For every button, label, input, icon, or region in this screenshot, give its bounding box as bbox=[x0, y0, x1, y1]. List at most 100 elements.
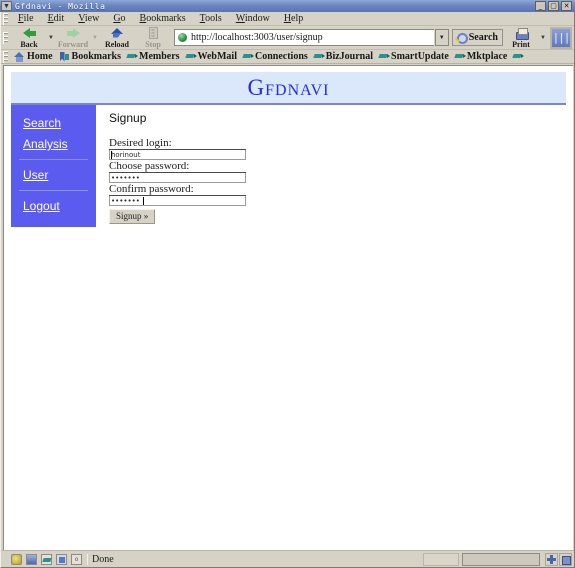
desired-login-input[interactable]: horinout bbox=[109, 150, 246, 160]
browser-window: ▼ Gfdnavi - Mozilla _ ▢ ✕ File Edit View… bbox=[0, 0, 575, 568]
forward-button[interactable]: Forward bbox=[55, 26, 91, 49]
sidebar-separator bbox=[19, 159, 88, 160]
security-icon[interactable]: o bbox=[71, 554, 82, 565]
stop-button[interactable]: Stop bbox=[135, 26, 171, 49]
bookmark-connections-label: Connections bbox=[255, 51, 308, 62]
page-viewport: Gfdnavi Search Analysis User Logout Sign… bbox=[3, 65, 573, 550]
side-navigation: Search Analysis User Logout bbox=[11, 105, 96, 227]
bookmark-webmail-label: WebMail bbox=[198, 51, 237, 62]
confirm-password-input[interactable]: ••••••• bbox=[109, 196, 246, 206]
pen-icon bbox=[127, 52, 137, 61]
choose-password-input[interactable]: ••••••• bbox=[109, 173, 246, 183]
web-page: Gfdnavi Search Analysis User Logout Sign… bbox=[4, 66, 573, 550]
pen-icon bbox=[379, 52, 389, 61]
menu-edit[interactable]: Edit bbox=[41, 12, 72, 25]
connection-icon[interactable] bbox=[545, 553, 558, 566]
sidebar-separator bbox=[19, 190, 88, 191]
back-button[interactable]: Back bbox=[11, 26, 47, 49]
menu-view[interactable]: View bbox=[71, 12, 106, 25]
bookmark-connections[interactable]: Connections bbox=[240, 51, 311, 62]
pen-icon bbox=[455, 52, 465, 61]
status-icons: o bbox=[3, 554, 87, 565]
address-bar[interactable]: http://localhost:3003/user/signup bbox=[174, 29, 434, 46]
search-button[interactable]: Search bbox=[452, 29, 503, 46]
menu-go[interactable]: Go bbox=[106, 12, 132, 25]
image-icon[interactable] bbox=[56, 554, 67, 565]
maximize-button[interactable]: ▢ bbox=[548, 1, 559, 11]
progress-bar bbox=[462, 553, 540, 566]
desired-login-label: Desired login: bbox=[109, 137, 246, 150]
bookmark-webmail[interactable]: WebMail bbox=[183, 51, 240, 62]
arrow-left-icon bbox=[22, 27, 37, 40]
url-input[interactable]: http://localhost:3003/user/signup bbox=[191, 32, 323, 43]
pen-icon bbox=[243, 52, 253, 61]
signup-button[interactable]: Signup » bbox=[109, 209, 155, 224]
status-text: Done bbox=[87, 554, 423, 565]
confirm-password-label: Confirm password: bbox=[109, 183, 246, 196]
menu-window[interactable]: Window bbox=[229, 12, 277, 25]
window-title: Gfdnavi - Mozilla bbox=[15, 2, 535, 11]
bookmarkbar-grip[interactable] bbox=[3, 51, 8, 63]
back-history-dropdown-icon[interactable]: ▼ bbox=[47, 26, 55, 49]
forward-button-label: Forward bbox=[58, 41, 88, 49]
window-controls: _ ▢ ✕ bbox=[535, 1, 574, 11]
pen-icon bbox=[314, 52, 324, 61]
globe-icon bbox=[177, 32, 188, 43]
printer-icon bbox=[514, 27, 529, 40]
stop-button-label: Stop bbox=[145, 41, 161, 49]
bookmark-bizjournal[interactable]: BizJournal bbox=[311, 51, 376, 62]
bookmark-bizjournal-label: BizJournal bbox=[326, 51, 373, 62]
bookmarks-toolbar: Home Bookmarks Members WebMail Connectio… bbox=[1, 50, 574, 64]
signup-form: Desired login: horinout Choose password:… bbox=[109, 137, 566, 224]
print-button[interactable]: Print bbox=[503, 26, 539, 49]
menu-bookmarks[interactable]: Bookmarks bbox=[133, 12, 193, 25]
pen-icon bbox=[186, 52, 196, 61]
menubar-grip[interactable] bbox=[3, 13, 8, 25]
bookmark-members[interactable]: Members bbox=[124, 51, 183, 62]
sidebar-item-search[interactable]: Search bbox=[11, 113, 96, 134]
print-dropdown-icon[interactable]: ▼ bbox=[539, 26, 547, 49]
pen-icon bbox=[513, 52, 523, 61]
bookmark-mktplace[interactable]: Mktplace bbox=[452, 51, 511, 62]
edit-icon[interactable] bbox=[41, 554, 52, 565]
status-spacer bbox=[423, 553, 459, 566]
bookmark-bookmarks[interactable]: Bookmarks bbox=[56, 51, 124, 62]
url-dropdown-icon[interactable]: ▼ bbox=[435, 29, 449, 46]
bookmark-home[interactable]: Home bbox=[11, 51, 56, 62]
close-button[interactable]: ✕ bbox=[561, 1, 572, 11]
forward-history-dropdown-icon[interactable]: ▼ bbox=[91, 26, 99, 49]
bookmark-extra[interactable] bbox=[510, 52, 528, 61]
popup-icon[interactable] bbox=[26, 554, 37, 565]
status-bar: o Done bbox=[1, 550, 574, 567]
home-icon bbox=[14, 52, 25, 62]
search-button-label: Search bbox=[469, 32, 498, 43]
secure-icon[interactable] bbox=[559, 553, 572, 566]
page-body: Search Analysis User Logout Signup Desir… bbox=[11, 105, 566, 227]
sidebar-item-logout[interactable]: Logout bbox=[11, 196, 96, 217]
menu-bar: File Edit View Go Bookmarks Tools Window… bbox=[1, 12, 574, 26]
sidebar-item-user[interactable]: User bbox=[11, 165, 96, 186]
reload-icon bbox=[110, 27, 125, 40]
reload-button-label: Reload bbox=[105, 41, 129, 49]
print-button-label: Print bbox=[512, 41, 530, 49]
back-button-label: Back bbox=[20, 41, 37, 49]
bookmark-smartupdate-label: SmartUpdate bbox=[391, 51, 449, 62]
arrow-right-icon bbox=[66, 27, 81, 40]
sidebar-item-analysis[interactable]: Analysis bbox=[11, 134, 96, 155]
navbar-grip[interactable] bbox=[3, 32, 8, 44]
bookmark-bookmarks-label: Bookmarks bbox=[72, 51, 121, 62]
window-menu-icon[interactable]: ▼ bbox=[1, 1, 12, 11]
bookmark-smartupdate[interactable]: SmartUpdate bbox=[376, 51, 452, 62]
navigation-toolbar: Back ▼ Forward ▼ Reload Stop http://loca… bbox=[1, 26, 574, 50]
menu-file[interactable]: File bbox=[11, 12, 41, 25]
title-bar: ▼ Gfdnavi - Mozilla _ ▢ ✕ bbox=[0, 0, 575, 12]
reload-button[interactable]: Reload bbox=[99, 26, 135, 49]
menu-help[interactable]: Help bbox=[277, 12, 310, 25]
cookie-icon[interactable] bbox=[11, 554, 22, 565]
menu-tools[interactable]: Tools bbox=[193, 12, 229, 25]
sidebar-toggle-button[interactable]: ||| bbox=[550, 27, 572, 49]
minimize-button[interactable]: _ bbox=[535, 1, 546, 11]
site-title: Gfdnavi bbox=[248, 76, 330, 99]
search-icon bbox=[455, 32, 467, 43]
bookmark-mktplace-label: Mktplace bbox=[467, 51, 508, 62]
